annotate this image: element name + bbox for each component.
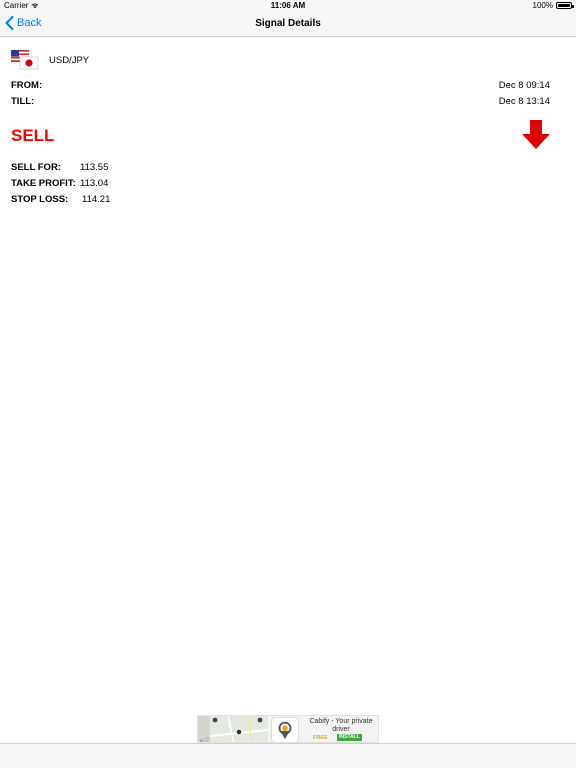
stop-loss-label: STOP LOSS: xyxy=(11,194,69,205)
ad-close-icon[interactable]: ✕ⓘ xyxy=(199,736,210,742)
status-time: 11:06 AM xyxy=(270,1,306,10)
ad-title: Cabify - Your private driver xyxy=(309,718,373,733)
from-value: Dec 8 09:14 xyxy=(498,80,550,91)
till-value: Dec 8 13:14 xyxy=(498,96,550,107)
ad-banner[interactable]: ✕ⓘ Cabify - Your private driver FREE INS… xyxy=(197,715,379,743)
currency-flags-icon xyxy=(11,50,39,70)
page-title: Signal Details xyxy=(255,18,321,29)
status-bar: Carrier 11:06 AM 100% xyxy=(0,0,576,12)
cabify-logo-icon xyxy=(271,717,299,742)
take-profit-value: 113.04 xyxy=(80,178,109,189)
take-profit-row: TAKE PROFIT: 113.04 xyxy=(11,178,108,189)
ad-price: FREE xyxy=(313,735,328,741)
currency-pair-label: USD/JPY xyxy=(49,54,90,66)
sell-for-value: 113.55 xyxy=(80,162,109,173)
from-row: FROM: Dec 8 09:14 xyxy=(11,80,550,91)
till-label: TILL: xyxy=(11,96,35,107)
battery-percent: 100% xyxy=(532,1,553,10)
status-battery: 100% xyxy=(532,1,574,10)
bottom-toolbar xyxy=(0,743,576,768)
stop-loss-row: STOP LOSS: 114.21 xyxy=(11,194,110,205)
japan-flag-icon xyxy=(19,56,39,70)
sell-for-row: SELL FOR: 113.55 xyxy=(11,162,108,173)
stop-loss-value: 114.21 xyxy=(82,194,111,205)
currency-pair: USD/JPY xyxy=(11,50,89,70)
from-label: FROM: xyxy=(11,80,43,91)
navigation-bar: Back Signal Details xyxy=(0,12,576,37)
sell-for-label: SELL FOR: xyxy=(11,162,61,173)
signal-action: SELL xyxy=(11,126,55,145)
battery-icon xyxy=(556,2,574,9)
ad-install-button[interactable]: INSTALL xyxy=(337,734,362,741)
take-profit-label: TAKE PROFIT: xyxy=(11,178,76,189)
till-row: TILL: Dec 8 13:14 xyxy=(11,96,550,107)
arrow-down-icon xyxy=(522,120,550,149)
